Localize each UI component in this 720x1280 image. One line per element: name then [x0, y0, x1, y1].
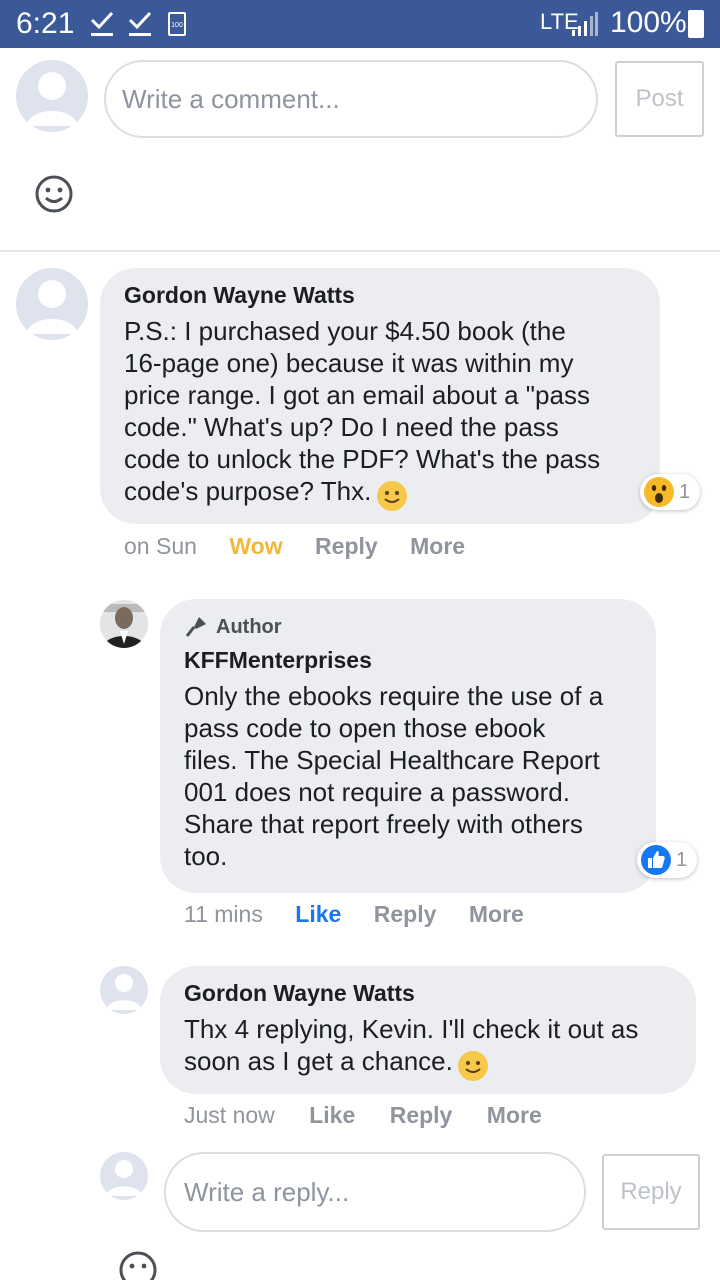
comment-author[interactable]: KFFMenterprises	[184, 647, 632, 674]
divider	[0, 250, 720, 252]
like-reaction-icon	[641, 845, 671, 875]
like-button[interactable]: Like	[309, 1102, 355, 1128]
comment-author[interactable]: Gordon Wayne Watts	[124, 282, 636, 309]
comment-text: P.S.: I purchased your $4.50 book (the 1…	[124, 316, 601, 506]
battery-percent: 100%	[610, 6, 687, 39]
author-badge: Author	[184, 615, 632, 639]
comment-text: Only the ebooks require the use of a pas…	[184, 681, 604, 871]
comment-actions: 11 mins Like Reply More	[184, 901, 524, 928]
like-button[interactable]: Like	[295, 901, 341, 927]
author-badge-label: Author	[216, 615, 282, 638]
more-button[interactable]: More	[410, 533, 465, 559]
wow-button[interactable]: Wow	[229, 533, 282, 559]
battery-icon	[688, 10, 704, 38]
default-avatar-icon	[106, 1160, 142, 1196]
reply-submit-button[interactable]: Reply	[602, 1154, 700, 1230]
post-button[interactable]: Post	[615, 61, 704, 137]
wow-reaction-icon	[644, 477, 674, 507]
reaction-summary[interactable]: 1	[637, 842, 697, 878]
default-avatar-icon	[106, 974, 142, 1010]
comment-actions: on Sun Wow Reply More	[124, 533, 465, 560]
comment-input[interactable]: Write a comment...	[104, 60, 598, 138]
more-button[interactable]: More	[487, 1102, 542, 1128]
comment-time[interactable]: on Sun	[124, 533, 197, 559]
reaction-summary[interactable]: 1	[640, 474, 700, 510]
reply-bubble[interactable]: Author KFFMenterprises Only the ebooks r…	[160, 599, 656, 893]
reply-input[interactable]: Write a reply...	[164, 1152, 586, 1232]
emoji-picker-icon[interactable]	[34, 174, 74, 214]
author-photo-icon	[100, 600, 148, 648]
reaction-count: 1	[676, 848, 688, 871]
status-bar: 6:21 100 LTE 100%	[0, 0, 720, 48]
emoji-picker-icon[interactable]	[118, 1250, 158, 1280]
smile-emoji-icon	[458, 1050, 489, 1081]
smile-emoji-icon	[376, 480, 407, 511]
check-icon	[128, 11, 152, 36]
comment-text: Thx 4 replying, Kevin. I'll check it out…	[184, 1014, 639, 1076]
comment-bubble[interactable]: Gordon Wayne Watts P.S.: I purchased you…	[100, 268, 660, 524]
comment-time[interactable]: 11 mins	[184, 901, 263, 927]
avatar[interactable]	[100, 1152, 148, 1200]
status-time: 6:21	[16, 7, 75, 40]
default-avatar-icon	[26, 280, 78, 334]
comment-actions: Just now Like Reply More	[184, 1102, 542, 1129]
battery-notification-icon: 100	[168, 12, 186, 36]
reply-button[interactable]: Reply	[374, 901, 437, 927]
avatar[interactable]	[16, 268, 88, 340]
reply-bubble[interactable]: Gordon Wayne Watts Thx 4 replying, Kevin…	[160, 966, 696, 1094]
comment-time[interactable]: Just now	[184, 1102, 275, 1128]
avatar[interactable]	[16, 60, 88, 132]
reaction-count: 1	[679, 480, 691, 503]
comment-author[interactable]: Gordon Wayne Watts	[184, 980, 672, 1007]
reply-button[interactable]: Reply	[315, 533, 378, 559]
signal-icon	[572, 12, 598, 36]
more-button[interactable]: More	[469, 901, 524, 927]
default-avatar-icon	[26, 72, 78, 126]
check-icon	[90, 11, 114, 36]
reply-button[interactable]: Reply	[390, 1102, 453, 1128]
microphone-icon	[185, 617, 206, 637]
avatar[interactable]	[100, 600, 148, 648]
avatar[interactable]	[100, 966, 148, 1014]
